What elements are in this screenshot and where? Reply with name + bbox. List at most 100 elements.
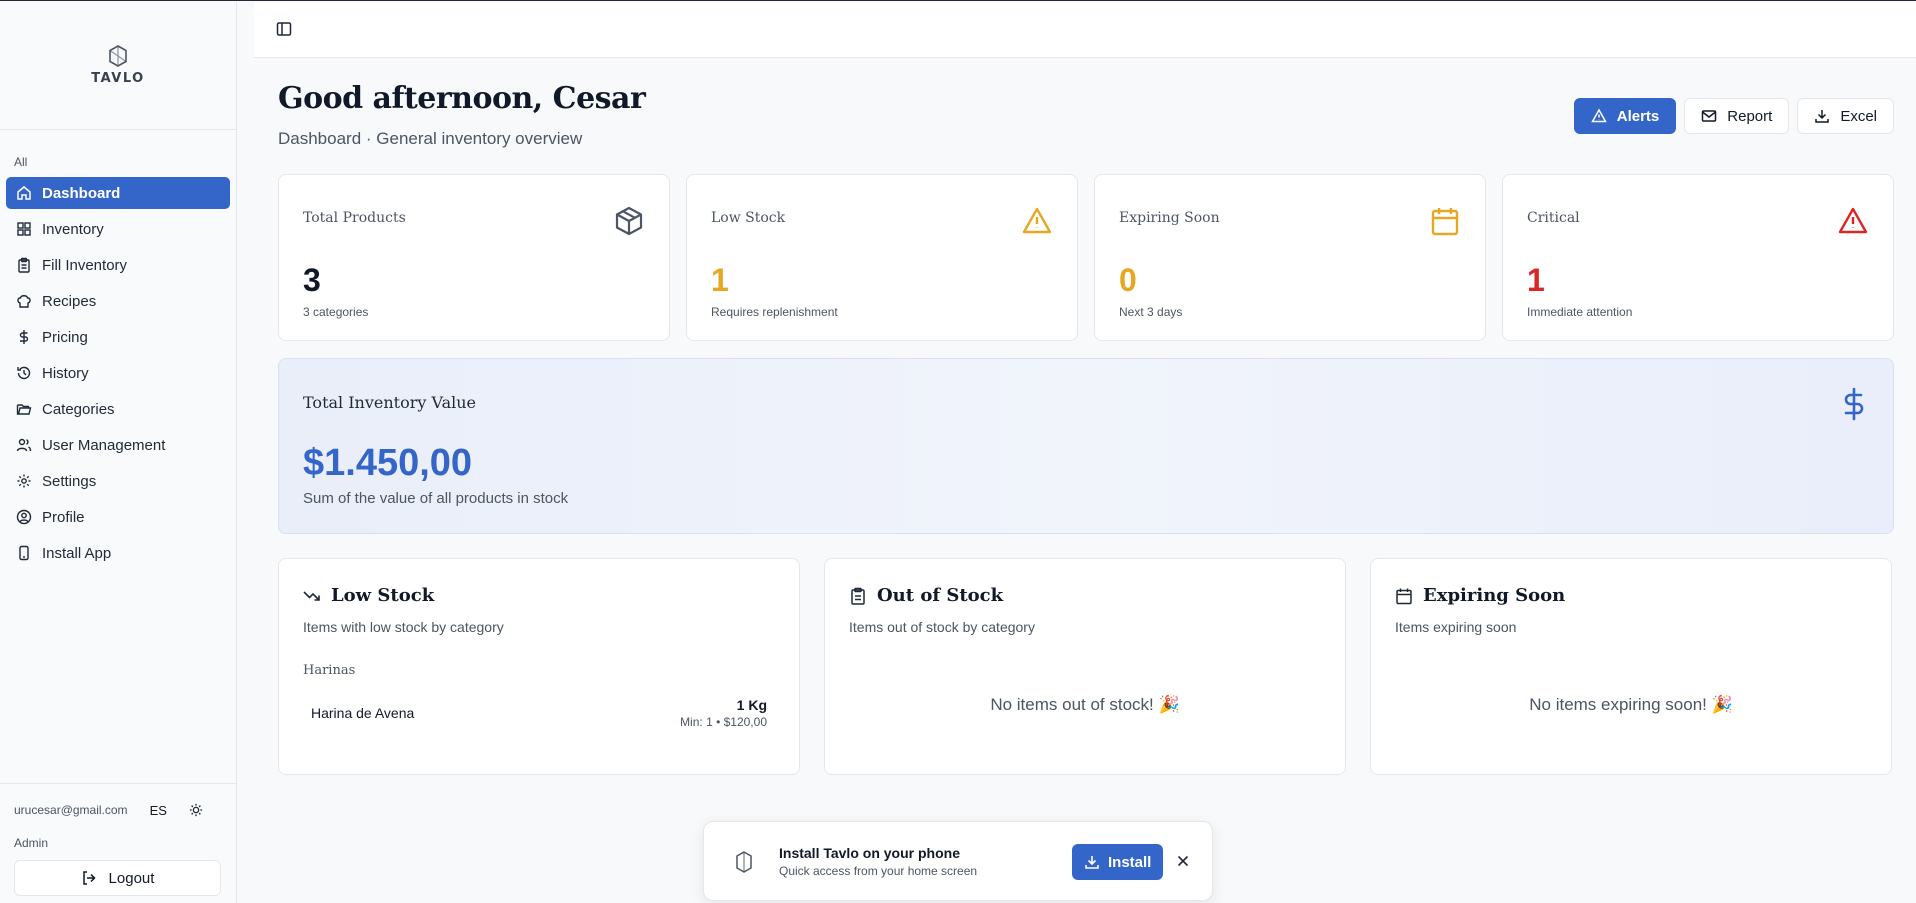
- install-button[interactable]: Install: [1072, 844, 1164, 880]
- warning-icon: [1022, 207, 1052, 234]
- trending-down-icon: [303, 590, 320, 601]
- download-icon: [1085, 856, 1099, 869]
- sidebar-item-label: Inventory: [42, 220, 104, 238]
- panel-left-icon: [276, 22, 292, 36]
- panel-title: Expiring Soon: [1423, 585, 1566, 606]
- calendar-icon: [1431, 208, 1459, 236]
- stat-subtext: Requires replenishment: [711, 305, 838, 319]
- tavlo-logo-icon: [109, 45, 127, 67]
- sidebar-nav: Dashboard Inventory Fill Inventory Recip…: [0, 177, 236, 569]
- stat-value: 1: [711, 262, 729, 298]
- sidebar-item-label: Profile: [42, 508, 85, 526]
- inventory-value-amount: $1.450,00: [303, 442, 473, 484]
- sidebar-item-label: History: [42, 364, 89, 382]
- theme-toggle-button[interactable]: [187, 801, 205, 819]
- language-toggle[interactable]: ES: [150, 803, 167, 818]
- panel-description: Items expiring soon: [1395, 619, 1517, 635]
- sidebar-item-profile[interactable]: Profile: [6, 501, 230, 533]
- sidebar-item-recipes[interactable]: Recipes: [6, 285, 230, 317]
- header-actions: Alerts Report Excel: [1573, 98, 1894, 134]
- list-item[interactable]: Harina de Avena 1 Kg Min: 1 • $120,00: [311, 697, 767, 729]
- inventory-value-subtext: Sum of the value of all products in stoc…: [303, 490, 569, 507]
- sidebar-item-label: Install App: [42, 544, 112, 562]
- stat-card-expiring-soon: Expiring Soon 0 Next 3 days: [1094, 174, 1486, 341]
- excel-button[interactable]: Excel: [1797, 98, 1894, 134]
- panel-description: Items with low stock by category: [303, 619, 504, 635]
- sidebar: TAVLO All Dashboard Inventory Fill Inven…: [0, 2, 237, 903]
- user-circle-icon: [16, 509, 32, 525]
- expiring-soon-panel: Expiring Soon Items expiring soon No ite…: [1370, 558, 1892, 775]
- mail-icon: [1702, 110, 1717, 122]
- panel-title: Low Stock: [331, 585, 435, 606]
- sidebar-item-label: Settings: [42, 472, 97, 490]
- empty-state-message: No items expiring soon! 🎉: [1529, 695, 1733, 714]
- close-banner-button[interactable]: [1174, 852, 1192, 870]
- alert-triangle-icon: [1590, 108, 1607, 123]
- inventory-value-label: Total Inventory Value: [303, 393, 477, 412]
- panels-row: Low Stock Items with low stock by catego…: [278, 558, 1892, 775]
- install-app-banner: Install Tavlo on your phone Quick access…: [703, 821, 1213, 901]
- empty-state-message: No items out of stock! 🎉: [990, 695, 1180, 714]
- page-title: Good afternoon, Cesar: [278, 81, 646, 116]
- sidebar-footer: urucesar@gmail.com ES Admin Logout: [0, 783, 236, 903]
- sidebar-item-label: Categories: [42, 400, 115, 418]
- sun-icon: [189, 803, 203, 817]
- calendar-icon: [1396, 588, 1412, 604]
- tavlo-logo-icon: [736, 851, 752, 873]
- stat-value: 0: [1119, 262, 1137, 298]
- category-heading: Harinas: [303, 663, 356, 678]
- report-button[interactable]: Report: [1684, 98, 1790, 134]
- out-of-stock-panel: Out of Stock Items out of stock by categ…: [824, 558, 1346, 775]
- low-stock-panel: Low Stock Items with low stock by catego…: [278, 558, 800, 775]
- sidebar-item-label: User Management: [42, 436, 166, 454]
- stat-label: Total Products: [303, 210, 406, 226]
- dollar-icon: [1844, 387, 1864, 421]
- box-icon: [615, 206, 643, 236]
- sidebar-item-install-app[interactable]: Install App: [6, 537, 230, 569]
- clipboard-icon: [851, 587, 865, 605]
- sidebar-item-categories[interactable]: Categories: [6, 393, 230, 425]
- sidebar-item-label: Dashboard: [42, 184, 121, 202]
- gear-icon: [17, 474, 31, 488]
- dollar-icon: [19, 330, 29, 344]
- brand[interactable]: TAVLO: [0, 2, 236, 130]
- panel-title: Out of Stock: [877, 585, 1004, 606]
- logout-label: Logout: [108, 869, 155, 887]
- alert-triangle-icon: [1838, 207, 1868, 234]
- sidebar-item-inventory[interactable]: Inventory: [6, 213, 230, 245]
- sidebar-item-settings[interactable]: Settings: [6, 465, 230, 497]
- sidebar-item-user-management[interactable]: User Management: [6, 429, 230, 461]
- stat-value: 3: [303, 262, 321, 298]
- brand-name: TAVLO: [91, 71, 145, 86]
- sidebar-item-fill-inventory[interactable]: Fill Inventory: [6, 249, 230, 281]
- stat-subtext: 3 categories: [303, 305, 369, 319]
- item-quantity: 1 Kg: [736, 697, 767, 713]
- stat-subtext: Next 3 days: [1119, 305, 1183, 319]
- inventory-value-card: Total Inventory Value $1.450,00 Sum of t…: [278, 358, 1894, 534]
- logout-icon: [82, 871, 96, 885]
- panel-description: Items out of stock by category: [849, 619, 1035, 635]
- top-bar: [254, 2, 1916, 58]
- sidebar-toggle-button[interactable]: [276, 21, 294, 39]
- sidebar-item-label: Recipes: [42, 292, 97, 310]
- chef-hat-icon: [17, 295, 31, 308]
- stat-label: Critical: [1527, 210, 1580, 226]
- stat-label: Low Stock: [711, 210, 786, 226]
- logout-button[interactable]: Logout: [14, 860, 221, 896]
- sidebar-item-dashboard[interactable]: Dashboard: [6, 177, 230, 209]
- user-role: Admin: [14, 836, 49, 850]
- stat-subtext: Immediate attention: [1527, 305, 1633, 319]
- alerts-button[interactable]: Alerts: [1573, 98, 1677, 134]
- folder-icon: [16, 404, 32, 415]
- history-icon: [17, 366, 31, 380]
- stat-card-low-stock: Low Stock 1 Requires replenishment: [686, 174, 1078, 341]
- sidebar-item-pricing[interactable]: Pricing: [6, 321, 230, 353]
- stats-row: Total Products 3 3 categories Low Stock …: [278, 174, 1894, 341]
- close-icon: [1177, 855, 1189, 867]
- home-icon: [17, 186, 31, 200]
- download-icon: [1815, 110, 1830, 123]
- nav-section-label: All: [14, 155, 28, 169]
- sidebar-item-label: Pricing: [42, 328, 88, 346]
- excel-label: Excel: [1840, 107, 1877, 125]
- sidebar-item-history[interactable]: History: [6, 357, 230, 389]
